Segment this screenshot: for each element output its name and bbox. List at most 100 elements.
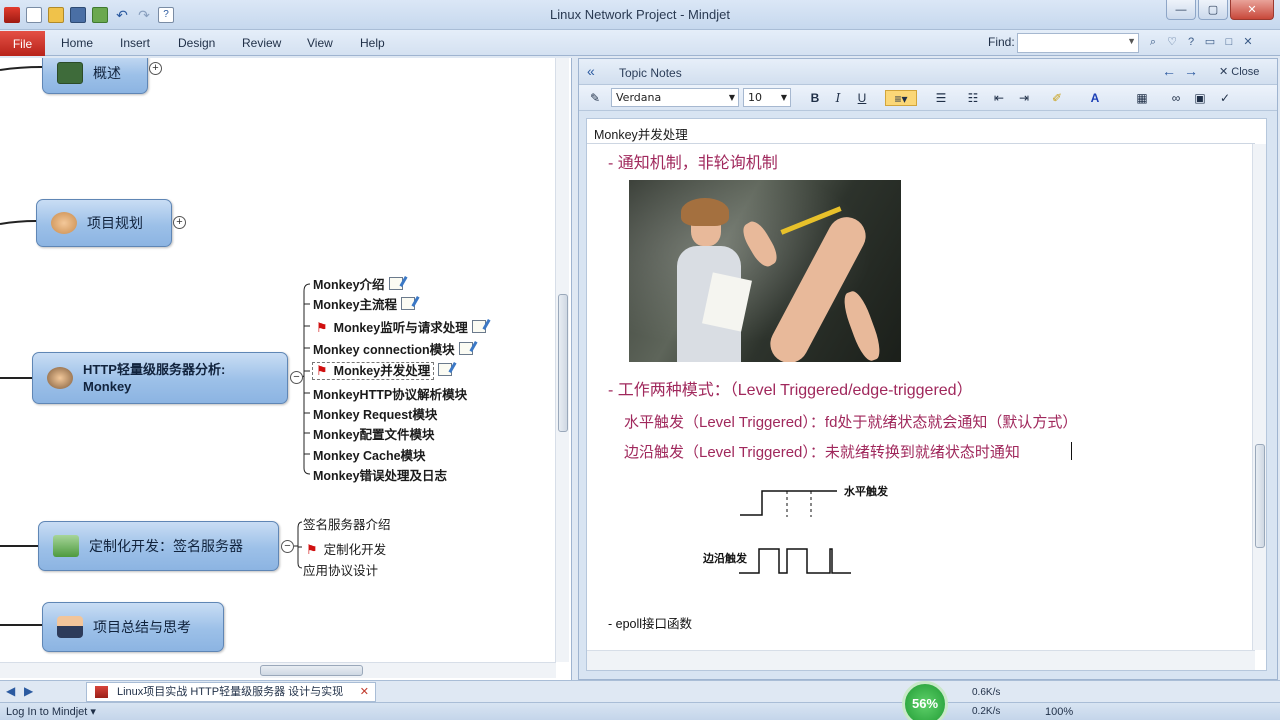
close-window-button[interactable]: ✕ xyxy=(1230,0,1274,20)
note-icon[interactable] xyxy=(438,363,453,376)
subtopic[interactable]: Monkey配置文件模块 xyxy=(313,424,435,443)
notes-horizontal-scrollbar[interactable] xyxy=(587,650,1255,670)
ribbon-right-icons: ⌕ ♡ ? ▭ □ ✕ xyxy=(1146,35,1255,49)
note-icon[interactable] xyxy=(401,297,416,310)
map-vertical-scrollbar[interactable] xyxy=(555,58,569,662)
teacher-hair xyxy=(681,198,729,226)
subtopic[interactable]: Monkey介绍 xyxy=(313,274,403,293)
topic-summary[interactable]: 项目总结与思考 xyxy=(42,602,224,652)
subtopic[interactable]: ⚑ 定制化开发 xyxy=(306,539,386,558)
diagram-label-level: 水平触发 xyxy=(844,486,888,498)
zoom-level[interactable]: 100% xyxy=(1045,706,1073,718)
bullet-list-icon[interactable]: ☷ xyxy=(965,90,981,106)
bold-icon[interactable]: B xyxy=(807,90,823,106)
window-controls: — ▢ ✕ xyxy=(1166,0,1274,20)
close-tab-icon[interactable]: ✕ xyxy=(360,683,369,701)
close-pane-icon[interactable]: ✕ xyxy=(1241,35,1255,49)
topic-http-server[interactable]: HTTP轻量级服务器分析: Monkey xyxy=(32,352,288,404)
table-icon[interactable]: ▦ xyxy=(1134,90,1150,106)
topic-notes-pane: « Topic Notes ← → ✕ Close ✎ Verdana ▼ 10 ▼… xyxy=(578,58,1278,680)
arrow-left-icon[interactable]: ◀ xyxy=(6,684,15,698)
favorites-icon[interactable]: ♡ xyxy=(1165,35,1179,49)
align-left-icon[interactable]: ≡▾ xyxy=(885,90,917,106)
subtopic-label: Monkey并发处理 xyxy=(333,364,431,378)
subtopic[interactable]: MonkeyHTTP协议解析模块 xyxy=(313,384,467,403)
minimize-button[interactable]: — xyxy=(1166,0,1196,20)
numbered-list-icon[interactable]: ☰ xyxy=(933,90,949,106)
topic-custom-signing[interactable]: 定制化开发：签名服务器 xyxy=(38,521,279,571)
tab-help[interactable]: Help xyxy=(360,36,385,50)
document-tab-label: Linux项目实战 HTTP轻量级服务器 设计与实现 xyxy=(117,686,344,698)
scroll-thumb[interactable] xyxy=(1255,444,1265,548)
subtopic[interactable]: 应用协议设计 xyxy=(303,560,378,579)
notes-vertical-scrollbar[interactable] xyxy=(1252,144,1266,650)
login-link[interactable]: Log In to Mindjet ▾ xyxy=(6,705,96,718)
close-notes-button[interactable]: ✕ Close xyxy=(1219,65,1259,78)
tab-review[interactable]: Review xyxy=(242,36,281,50)
subtopic[interactable]: Monkey Request模块 xyxy=(313,404,437,423)
topic-overview[interactable]: 概述 xyxy=(42,58,148,94)
arrow-right-icon[interactable]: → xyxy=(1184,63,1198,79)
note-bullet-2: - 工作两种模式：（Level Triggered/edge-triggered… xyxy=(608,382,973,399)
arrow-right-icon[interactable]: ▶ xyxy=(24,684,33,698)
font-name-value: Verdana xyxy=(616,91,662,104)
subtopic[interactable]: Monkey主流程 xyxy=(313,294,416,313)
scroll-thumb[interactable] xyxy=(260,665,363,676)
subtopic-label: Monkey Cache模块 xyxy=(313,449,426,463)
note-icon[interactable] xyxy=(471,320,486,333)
subtopic-selected[interactable]: ⚑ Monkey并发处理 xyxy=(312,360,453,380)
restore-pane-icon[interactable]: ▭ xyxy=(1203,35,1217,49)
tab-design[interactable]: Design xyxy=(178,36,215,50)
expand-icon[interactable]: + xyxy=(173,216,186,229)
scroll-thumb[interactable] xyxy=(558,294,568,432)
increase-indent-icon[interactable]: ⇥ xyxy=(1016,90,1032,106)
help-circle-icon[interactable]: ? xyxy=(1184,35,1198,49)
maximize-button[interactable]: ▢ xyxy=(1198,0,1228,20)
notes-header: « Topic Notes ← → ✕ Close xyxy=(579,59,1277,85)
topic-label: 项目总结与思考 xyxy=(93,619,191,635)
font-name-select[interactable]: Verdana ▼ xyxy=(611,88,739,107)
subtopic[interactable]: Monkey Cache模块 xyxy=(313,445,426,464)
italic-icon[interactable]: I xyxy=(830,90,846,106)
collapse-icon[interactable]: − xyxy=(290,371,303,384)
map-horizontal-scrollbar[interactable] xyxy=(0,662,556,678)
tab-view[interactable]: View xyxy=(307,36,333,50)
file-tab[interactable]: File xyxy=(0,31,45,56)
note-icon[interactable] xyxy=(458,342,473,355)
flag-icon: ⚑ xyxy=(316,363,328,378)
document-tab[interactable]: Linux项目实战 HTTP轻量级服务器 设计与实现 ✕ xyxy=(86,682,376,702)
tab-home[interactable]: Home xyxy=(61,36,93,50)
spellcheck-icon[interactable]: ✓ xyxy=(1217,90,1233,106)
subtopic[interactable]: 签名服务器介绍 xyxy=(303,514,391,533)
decrease-indent-icon[interactable]: ⇤ xyxy=(991,90,1007,106)
underline-icon[interactable]: U xyxy=(854,90,870,106)
collapse-pane-icon[interactable]: « xyxy=(587,63,595,79)
image-icon[interactable]: ▣ xyxy=(1192,90,1208,106)
arrow-left-icon[interactable]: ← xyxy=(1162,63,1176,79)
font-color-icon[interactable]: A xyxy=(1087,90,1103,106)
subtopic[interactable]: ⚑ Monkey监听与请求处理 xyxy=(316,317,486,336)
collapse-icon[interactable]: − xyxy=(281,540,294,553)
mind-map-canvas[interactable]: 概述 + 项目规划 + HTTP轻量级服务器分析: Monkey − Monkey… xyxy=(0,58,572,680)
subtopic[interactable]: Monkey connection模块 xyxy=(313,339,473,358)
note-icon[interactable] xyxy=(388,277,403,290)
ribbon-tabs: File Home Insert Design Review View Help… xyxy=(0,30,1280,56)
notes-editor[interactable]: Monkey并发处理 - 通知机制，非轮询机制 - 工作两种模式：（Level … xyxy=(586,118,1267,671)
tab-insert[interactable]: Insert xyxy=(120,36,150,50)
binoculars-icon[interactable]: ⌕ xyxy=(1146,35,1160,49)
classroom-photo xyxy=(629,180,901,362)
highlight-icon[interactable]: ✐ xyxy=(1049,90,1065,106)
chevron-down-icon[interactable]: ▼ xyxy=(1127,36,1136,46)
hyperlink-icon[interactable]: ∞ xyxy=(1168,90,1184,106)
topic-project-planning[interactable]: 项目规划 xyxy=(36,199,172,247)
subtopic-label: MonkeyHTTP协议解析模块 xyxy=(313,388,468,402)
title-bar: ↶ ↷ ? Linux Network Project - Mindjet — … xyxy=(0,0,1280,30)
font-size-select[interactable]: 10 ▼ xyxy=(743,88,791,107)
expand-icon[interactable]: + xyxy=(149,62,162,75)
format-painter-icon[interactable]: ✎ xyxy=(587,90,603,106)
subtopic[interactable]: Monkey错误处理及日志 xyxy=(313,465,447,484)
subtopic-label: Monkey Request模块 xyxy=(313,408,438,422)
maximize-pane-icon[interactable]: □ xyxy=(1222,35,1236,49)
memory-gauge[interactable]: 56% xyxy=(902,681,948,720)
find-input[interactable]: ▼ xyxy=(1017,33,1139,53)
